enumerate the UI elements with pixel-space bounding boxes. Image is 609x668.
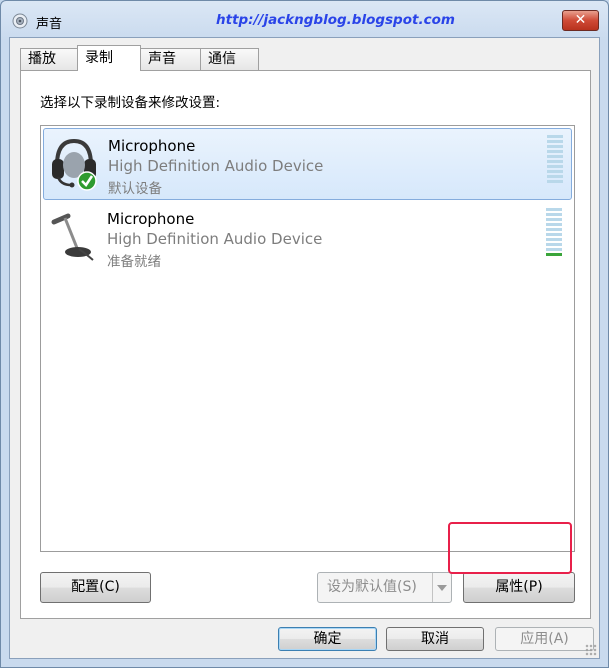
instruction-label: 选择以下录制设备来修改设置: [40,95,221,111]
desk-microphone-icon [51,213,94,261]
level-segment [547,170,563,173]
device-description: High Definition Audio Device [108,157,324,175]
device-item-headset-microphone[interactable]: Microphone High Definition Audio Device … [43,128,572,200]
device-item-desk-microphone[interactable]: Microphone High Definition Audio Device … [43,202,572,274]
input-level-meter [546,208,562,258]
device-status: 默认设备 [108,181,162,197]
level-segment [547,140,563,143]
device-name: Microphone [107,210,195,228]
title-bar[interactable]: 声音 http://jackngblog.blogspot.com ✕ [1,1,608,37]
device-description: High Definition Audio Device [107,230,323,248]
set-default-label: 设为默认值(S) [327,579,417,595]
set-default-split-button[interactable]: 设为默认值(S) [317,572,452,603]
level-segment [546,238,562,241]
level-segment [546,208,562,211]
level-segment [546,223,562,226]
level-segment [547,145,563,148]
level-segment [546,243,562,246]
device-status: 准备就绪 [107,254,161,270]
configure-button[interactable]: 配置(C) [40,572,151,603]
speaker-icon [12,13,28,29]
ok-button[interactable]: 确定 [278,627,377,651]
cancel-button[interactable]: 取消 [386,627,484,651]
tab-communications[interactable]: 通信 [200,48,259,70]
level-segment [547,175,563,178]
apply-button[interactable]: 应用(A) [495,627,594,651]
tab-playback[interactable]: 播放 [20,48,78,70]
level-segment [547,180,563,183]
level-segment [547,160,563,163]
level-segment [547,150,563,153]
properties-highlight-box [448,522,572,574]
level-segment [546,228,562,231]
input-level-meter [547,135,563,185]
level-segment-active [546,253,562,256]
headset-microphone-icon [52,138,97,191]
watermark-url: http://jackngblog.blogspot.com [216,12,455,28]
window-title: 声音 [36,17,63,32]
level-segment [547,155,563,158]
level-segment [546,248,562,251]
level-segment [546,218,562,221]
close-button[interactable]: ✕ [562,10,599,31]
tab-recording[interactable]: 录制 [77,45,141,71]
tab-sounds[interactable]: 声音 [140,48,201,70]
sound-dialog-window: 声音 http://jackngblog.blogspot.com ✕ 播放 录… [0,0,609,668]
recording-device-list[interactable]: Microphone High Definition Audio Device … [40,125,575,552]
properties-button[interactable]: 属性(P) [463,572,575,603]
resize-grip[interactable] [585,644,597,656]
chevron-down-icon[interactable] [432,573,451,602]
device-name: Microphone [108,137,196,155]
close-icon: ✕ [574,12,587,28]
level-segment [546,233,562,236]
level-segment [546,213,562,216]
level-segment [547,135,563,138]
level-segment [547,165,563,168]
